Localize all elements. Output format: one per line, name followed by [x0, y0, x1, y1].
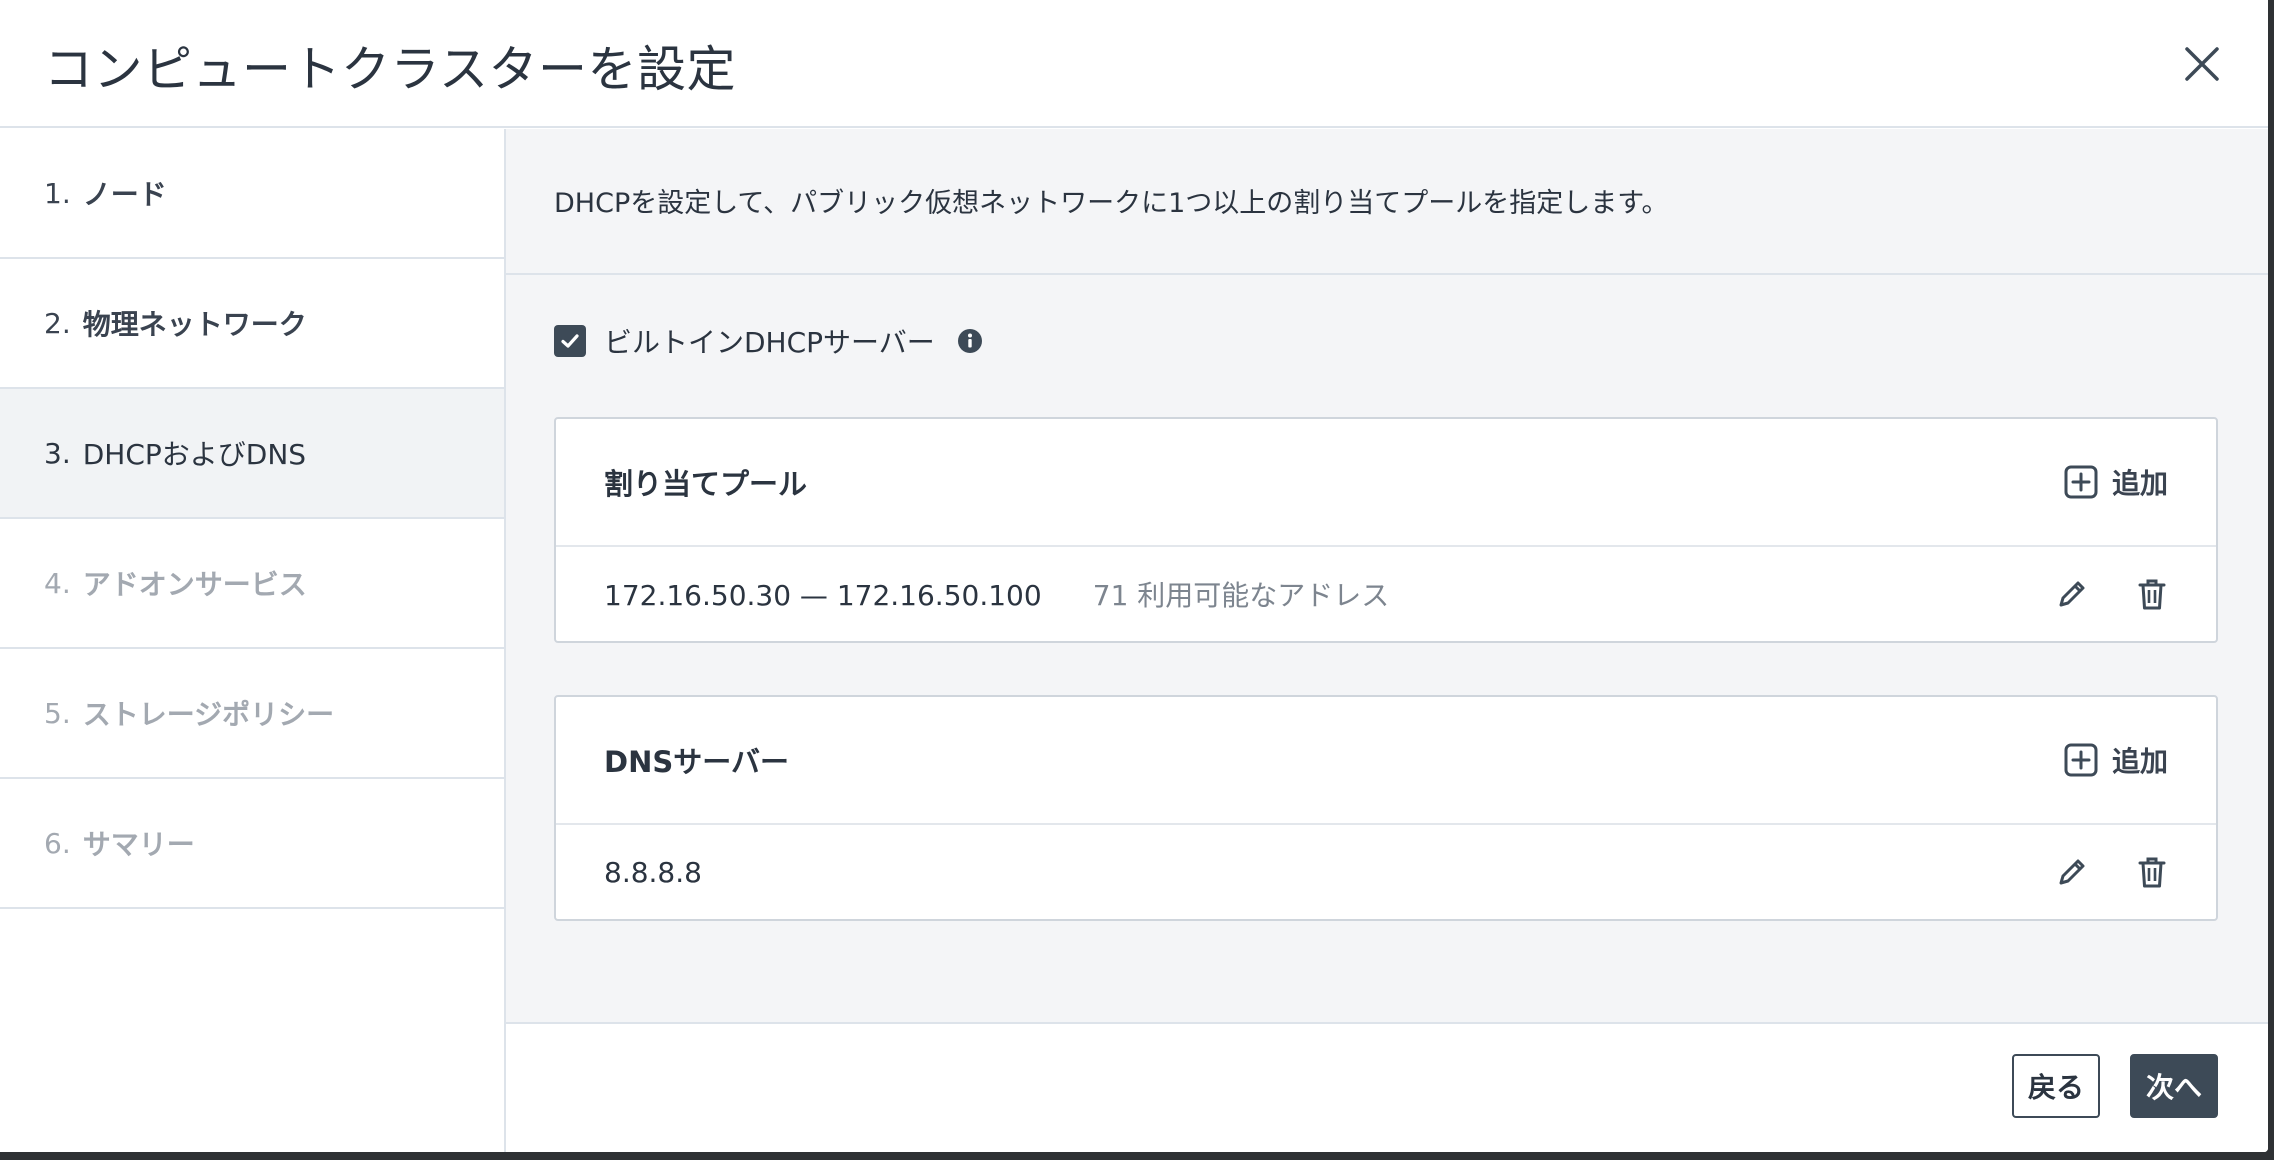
dialog-footer: 戻る 次へ — [506, 1022, 2268, 1152]
info-icon[interactable] — [957, 328, 983, 354]
back-button[interactable]: 戻る — [2012, 1054, 2100, 1118]
close-button[interactable] — [2178, 40, 2226, 88]
step-number: 2. — [44, 306, 71, 340]
checkmark-icon — [561, 334, 579, 348]
step-label: DHCPおよびDNS — [82, 438, 307, 471]
allocation-pools-panel: 割り当てプール 追加 172.16.50.30 — 172.16.50.100 … — [554, 417, 2218, 643]
step-dhcp-dns[interactable]: 3. DHCPおよびDNS — [0, 389, 504, 519]
step-summary: 6. サマリー — [0, 779, 504, 909]
step-addon-services: 4. アドオンサービス — [0, 519, 504, 649]
add-pool-button[interactable]: 追加 — [2064, 462, 2168, 502]
step-number: 4. — [44, 566, 71, 600]
dns-servers-title: DNSサーバー — [604, 745, 789, 779]
step-storage-policy: 5. ストレージポリシー — [0, 649, 504, 779]
next-button[interactable]: 次へ — [2130, 1054, 2218, 1118]
allocation-pools-title: 割り当てプール — [604, 467, 808, 501]
step-content: DHCPを設定して、パブリック仮想ネットワークに1つ以上の割り当てプールを指定し… — [506, 129, 2268, 1152]
pencil-icon[interactable] — [2054, 854, 2090, 890]
builtin-dhcp-option: ビルトインDHCPサーバー — [554, 321, 983, 361]
step-nodes[interactable]: 1. ノード — [0, 129, 504, 259]
close-icon — [2185, 47, 2219, 81]
dns-server-address: 8.8.8.8 — [604, 855, 702, 889]
add-dns-button[interactable]: 追加 — [2064, 740, 2168, 780]
table-row: 8.8.8.8 — [556, 825, 2216, 919]
plus-square-icon — [2064, 465, 2098, 499]
pencil-icon[interactable] — [2054, 576, 2090, 612]
trash-icon[interactable] — [2134, 854, 2170, 890]
table-row: 172.16.50.30 — 172.16.50.100 71 利用可能なアドレ… — [556, 547, 2216, 641]
dialog-title: コンピュートクラスターを設定 — [44, 41, 737, 98]
step-number: 3. — [44, 436, 71, 470]
configure-cluster-dialog: コンピュートクラスターを設定 1. ノード 2. 物理ネットワーク 3. DHC… — [0, 0, 2268, 1152]
step-number: 1. — [44, 176, 71, 210]
dialog-header: コンピュートクラスターを設定 — [0, 0, 2268, 128]
step-label: ストレージポリシー — [82, 698, 335, 731]
step-description: DHCPを設定して、パブリック仮想ネットワークに1つ以上の割り当てプールを指定し… — [506, 129, 2268, 275]
dns-servers-header: DNSサーバー 追加 — [556, 697, 2216, 825]
pool-range: 172.16.50.30 — 172.16.50.100 — [604, 579, 1042, 612]
step-physical-network[interactable]: 2. 物理ネットワーク — [0, 259, 504, 389]
step-label: アドオンサービス — [82, 568, 307, 601]
step-label: 物理ネットワーク — [82, 308, 307, 341]
plus-square-icon — [2064, 743, 2098, 777]
trash-icon[interactable] — [2134, 576, 2170, 612]
builtin-dhcp-checkbox[interactable] — [554, 325, 586, 357]
step-label: サマリー — [82, 828, 195, 861]
builtin-dhcp-label: ビルトインDHCPサーバー — [604, 326, 935, 359]
add-dns-label: 追加 — [2111, 745, 2168, 778]
dns-servers-panel: DNSサーバー 追加 8.8.8.8 — [554, 695, 2218, 921]
step-label: ノード — [82, 178, 167, 211]
pool-available-count: 71 利用可能なアドレス — [1092, 579, 1390, 612]
add-pool-label: 追加 — [2111, 467, 2168, 500]
allocation-pools-header: 割り当てプール 追加 — [556, 419, 2216, 547]
wizard-steps-sidebar: 1. ノード 2. 物理ネットワーク 3. DHCPおよびDNS 4. アドオン… — [0, 129, 506, 1152]
step-number: 6. — [44, 826, 71, 860]
step-number: 5. — [44, 696, 71, 730]
